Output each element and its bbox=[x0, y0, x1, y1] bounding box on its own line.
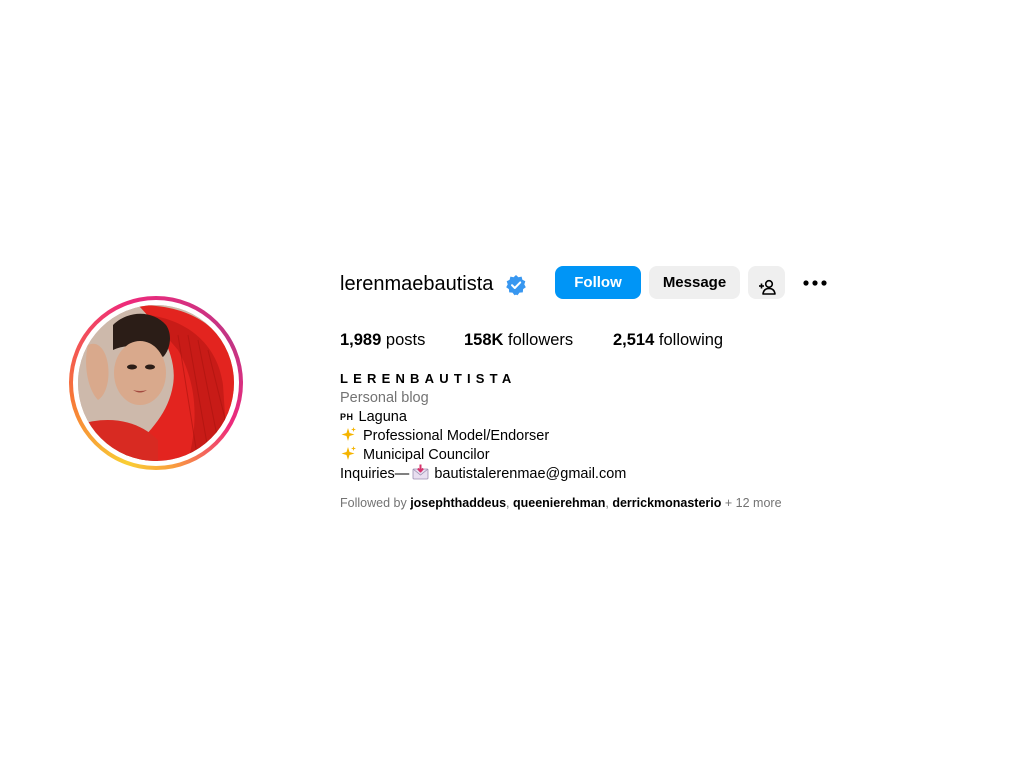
message-button[interactable]: Message bbox=[649, 266, 740, 299]
ph-flag-icon: PH bbox=[340, 412, 354, 422]
sparkles-icon bbox=[341, 427, 356, 441]
sparkles-icon bbox=[341, 446, 356, 460]
posts-count: 1,989 bbox=[340, 331, 382, 349]
suggested-accounts-button[interactable] bbox=[748, 266, 785, 299]
envelope-arrow-icon bbox=[412, 464, 429, 480]
email-link[interactable]: bautistalerenmae@gmail.com bbox=[434, 466, 626, 482]
story-ring[interactable] bbox=[69, 296, 243, 470]
following-count: 2,514 bbox=[613, 331, 655, 349]
followers-label: followers bbox=[508, 331, 574, 349]
followed-by[interactable]: Followed by josephthaddeus, queenierehma… bbox=[340, 495, 782, 512]
bio-line-council: Municipal Councilor bbox=[340, 445, 490, 465]
more-options-button[interactable] bbox=[800, 271, 830, 295]
add-user-icon bbox=[758, 279, 776, 295]
mutual-follower-link[interactable]: derrickmonasterio bbox=[612, 496, 721, 510]
following-label: following bbox=[658, 331, 724, 349]
posts-stat: 1,989 posts bbox=[340, 329, 425, 351]
followers-count: 158K bbox=[464, 331, 504, 349]
followers-stat[interactable]: 158K followers bbox=[464, 329, 573, 351]
bio-line-model: Professional Model/Endorser bbox=[340, 426, 549, 446]
category-label: Personal blog bbox=[340, 390, 429, 406]
verified-badge-icon bbox=[506, 275, 526, 296]
followed-by-prefix: Followed by bbox=[340, 496, 407, 510]
username: lerenmaebautista bbox=[340, 273, 494, 295]
mutual-follower-link[interactable]: josephthaddeus bbox=[410, 496, 506, 510]
posts-label: posts bbox=[385, 331, 426, 349]
follow-button[interactable]: Follow bbox=[555, 266, 641, 299]
more-options-icon bbox=[803, 280, 827, 286]
location-text: Laguna bbox=[358, 409, 407, 425]
bio-line-inquiries: Inquiries— bautistalerenmae@gmail.com bbox=[340, 464, 626, 484]
followed-by-more: + 12 more bbox=[724, 496, 782, 510]
mutual-follower-link[interactable]: queenierehman bbox=[513, 496, 605, 510]
display-name: LERENBAUTISTA bbox=[340, 371, 517, 386]
inquiries-label: Inquiries— bbox=[340, 466, 410, 482]
bio-council-text: Municipal Councilor bbox=[363, 447, 490, 463]
following-stat[interactable]: 2,514 following bbox=[613, 329, 723, 351]
profile-header: lerenmaebautista Follow Message 1,989 po… bbox=[0, 0, 1031, 773]
profile-photo bbox=[78, 305, 234, 461]
avatar[interactable] bbox=[78, 305, 234, 461]
bio-location: PH Laguna bbox=[340, 408, 407, 427]
bio-model-text: Professional Model/Endorser bbox=[363, 428, 550, 444]
